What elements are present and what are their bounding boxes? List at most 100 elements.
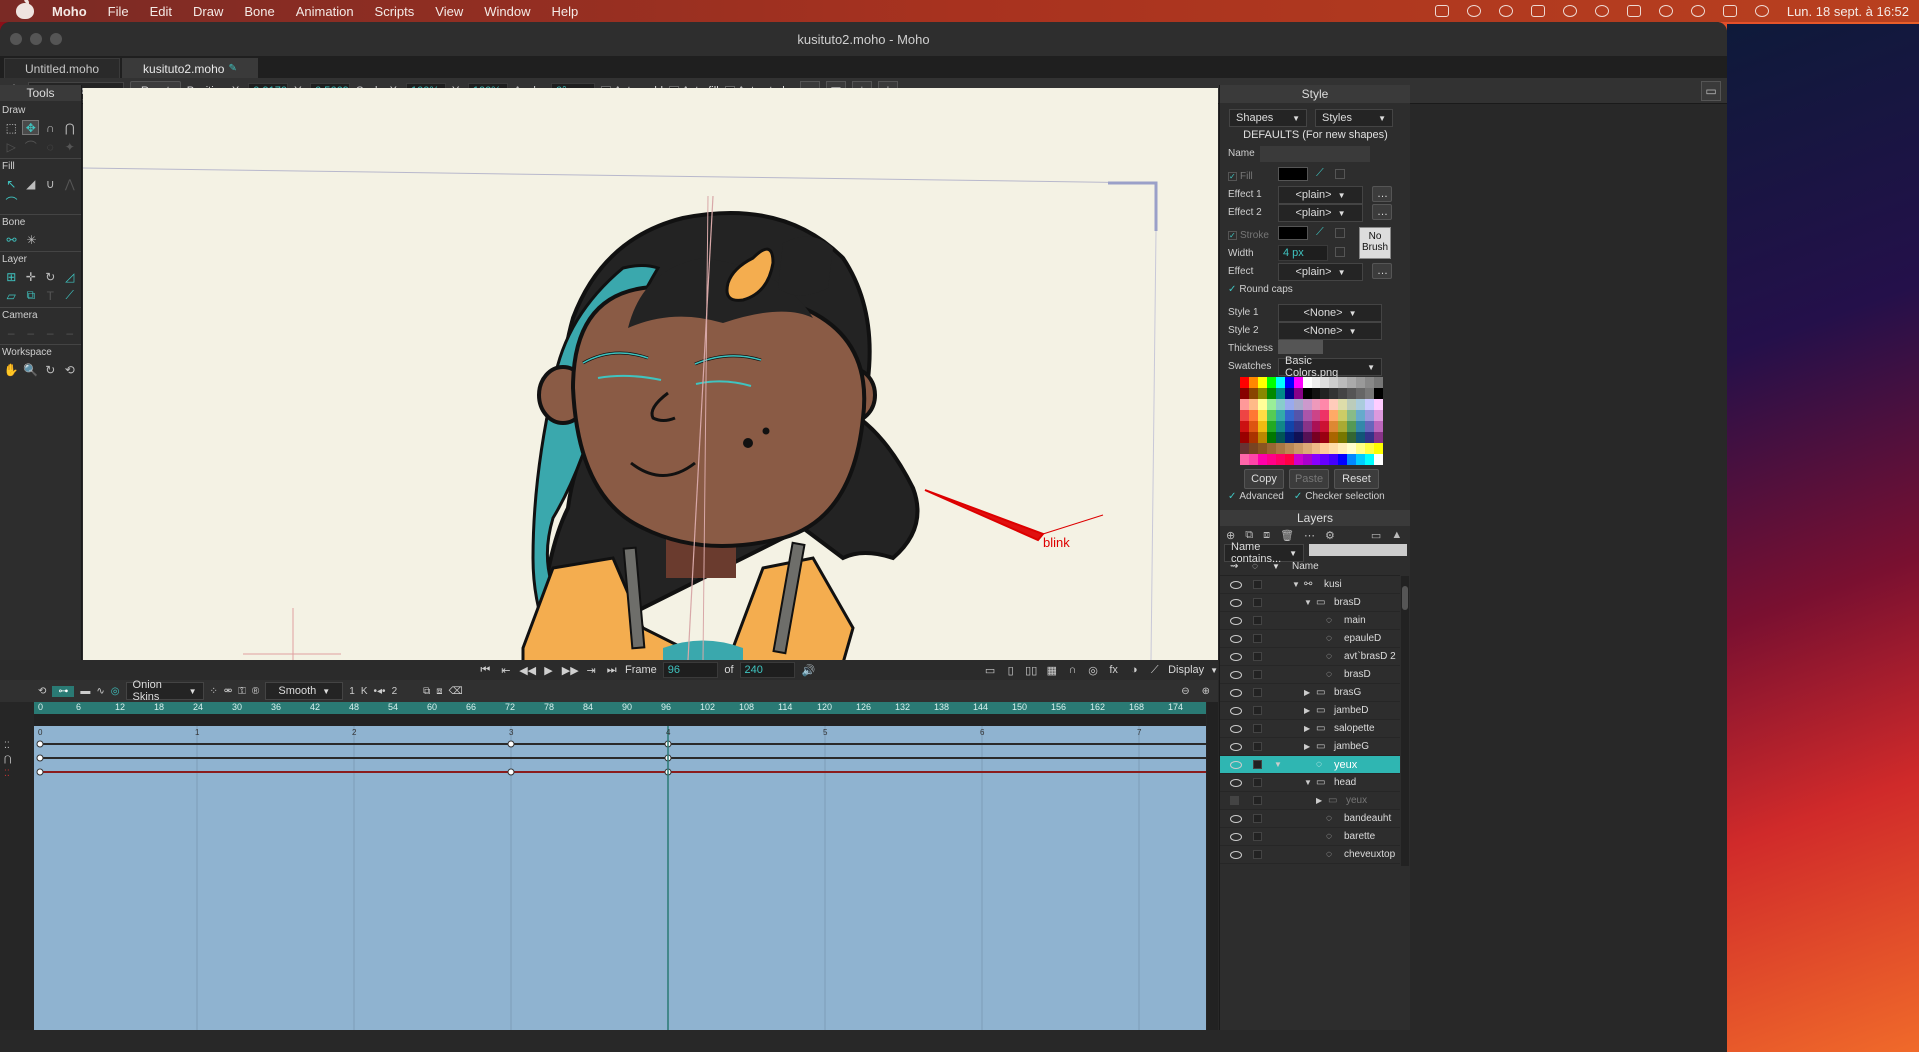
layer-color-box[interactable] — [1253, 652, 1262, 661]
palette-swatch[interactable] — [1356, 388, 1366, 399]
copy-keys-icon[interactable]: ⧉ — [423, 686, 430, 697]
collapse-icon[interactable]: ▭ — [1371, 529, 1381, 542]
rotate-layer-icon[interactable]: ↻ — [42, 269, 59, 284]
layer-color-box[interactable] — [1253, 724, 1262, 733]
tools-icon[interactable] — [1530, 5, 1545, 17]
palette-swatch[interactable] — [1275, 388, 1285, 399]
zoom-window-button[interactable] — [50, 33, 62, 45]
palette-swatch[interactable] — [1320, 432, 1330, 443]
layout-quad-icon[interactable]: ▦ — [1045, 664, 1060, 677]
palette-swatch[interactable] — [1338, 410, 1348, 421]
eye-icon[interactable] — [1230, 778, 1242, 787]
rotate-workspace-icon[interactable]: ↻ — [42, 362, 59, 377]
creative-cloud-icon[interactable] — [1498, 5, 1513, 17]
palette-swatch[interactable] — [1266, 454, 1276, 465]
palette-swatch[interactable] — [1275, 454, 1285, 465]
drawing-canvas[interactable]: blink — [83, 88, 1218, 660]
name-column-header[interactable]: Name — [1292, 561, 1319, 572]
scrollbar-thumb[interactable] — [1402, 586, 1408, 610]
palette-swatch[interactable] — [1257, 388, 1267, 399]
mask-icon[interactable]: ◑ — [1127, 664, 1142, 676]
color-palette[interactable] — [1240, 377, 1383, 465]
palette-swatch[interactable] — [1356, 443, 1366, 454]
effect-more-button[interactable]: … — [1372, 263, 1392, 279]
palette-swatch[interactable] — [1356, 421, 1366, 432]
palette-swatch[interactable] — [1365, 454, 1375, 465]
curvature-fill-icon[interactable]: ⌒ — [3, 195, 20, 210]
zoom-camera-icon[interactable]: – — [23, 325, 40, 340]
style-name-field[interactable] — [1260, 146, 1370, 162]
stroke-eyedropper-icon[interactable]: ⟋ — [1316, 226, 1324, 239]
style1-dropdown[interactable]: <None> ▼ — [1278, 304, 1382, 322]
palette-swatch[interactable] — [1275, 399, 1285, 410]
palette-swatch[interactable] — [1347, 443, 1357, 454]
copy-button[interactable]: Copy — [1244, 469, 1284, 489]
step-back-icon[interactable]: ◀◀ — [519, 664, 536, 677]
layer-color-box[interactable] — [1253, 580, 1262, 589]
palette-swatch[interactable] — [1248, 410, 1258, 421]
no-brush-button[interactable]: No Brush — [1359, 227, 1391, 259]
onion-skins-dropdown[interactable]: Onion Skins ▼ — [125, 679, 204, 703]
layer-color-box[interactable] — [1253, 670, 1262, 679]
siri-icon[interactable] — [1754, 5, 1769, 17]
palette-swatch[interactable] — [1365, 410, 1375, 421]
palette-swatch[interactable] — [1338, 432, 1348, 443]
expand-triangle-icon[interactable]: ▶ — [1316, 796, 1322, 805]
palette-swatch[interactable] — [1329, 377, 1339, 388]
keyframe-k-icon[interactable]: K — [361, 686, 368, 697]
curve-channel-icon[interactable]: ⋂ — [4, 754, 11, 765]
eraser-icon[interactable]: ✦ — [62, 139, 79, 154]
layer-row[interactable]: ▶ ▭ salopette — [1220, 720, 1400, 738]
palette-swatch[interactable] — [1275, 377, 1285, 388]
select-bone-icon[interactable]: ⚯ — [3, 232, 20, 247]
frame-field[interactable]: 96 — [662, 662, 719, 678]
delete-layer-icon[interactable]: 🗑 — [1280, 529, 1294, 542]
palette-swatch[interactable] — [1266, 443, 1276, 454]
fill-color-swatch[interactable] — [1278, 167, 1308, 181]
palette-swatch[interactable] — [1329, 399, 1339, 410]
minimize-window-button[interactable] — [30, 33, 42, 45]
layer-row[interactable]: ◌ avt`brasD 2 — [1220, 648, 1400, 666]
points-channel-icon[interactable]: ⁚⁚ — [4, 740, 10, 751]
fill-checkbox[interactable]: ✓ — [1228, 172, 1237, 181]
stroke-exposure-icon[interactable]: ⋀ — [62, 176, 79, 191]
layer-settings-icon[interactable]: ⚙ — [1325, 529, 1335, 542]
layer-row[interactable]: ◌ brasD — [1220, 666, 1400, 684]
palette-swatch[interactable] — [1293, 388, 1303, 399]
layer-color-box[interactable] — [1253, 616, 1262, 625]
palette-swatch[interactable] — [1320, 410, 1330, 421]
select-shape-icon[interactable]: ↖ — [3, 176, 20, 191]
palette-swatch[interactable] — [1302, 421, 1312, 432]
zoom-in-icon[interactable]: ⊕ — [1202, 686, 1210, 697]
palette-swatch[interactable] — [1347, 410, 1357, 421]
expand-triangle-icon[interactable]: ▶ — [1304, 688, 1310, 697]
palette-swatch[interactable] — [1240, 432, 1249, 443]
palette-swatch[interactable] — [1302, 377, 1312, 388]
eye-icon[interactable] — [1230, 670, 1242, 679]
camera-view-icon[interactable]: ◎ — [1086, 664, 1101, 677]
eye-icon[interactable] — [1230, 814, 1242, 823]
palette-swatch[interactable] — [1257, 454, 1267, 465]
search-icon[interactable] — [1690, 5, 1705, 17]
effect2-dropdown[interactable]: <plain> ▼ — [1278, 204, 1363, 222]
palette-swatch[interactable] — [1293, 432, 1303, 443]
palette-swatch[interactable] — [1284, 399, 1294, 410]
timeline-scrollbar[interactable] — [1207, 702, 1218, 1030]
palette-swatch[interactable] — [1374, 443, 1383, 454]
palette-swatch[interactable] — [1257, 421, 1267, 432]
visibility-col-icon[interactable]: ⇝ — [1230, 561, 1238, 572]
palette-swatch[interactable] — [1365, 443, 1375, 454]
palette-swatch[interactable] — [1365, 399, 1375, 410]
palette-swatch[interactable] — [1365, 421, 1375, 432]
palette-swatch[interactable] — [1248, 399, 1258, 410]
palette-swatch[interactable] — [1320, 377, 1330, 388]
eye-icon[interactable] — [1230, 724, 1242, 733]
chevron-up-icon[interactable]: ▲ — [1391, 529, 1402, 541]
layer-color-box[interactable] — [1253, 688, 1262, 697]
layer-row[interactable]: ◌ bandeauht — [1220, 810, 1400, 828]
cloud-icon[interactable] — [1466, 5, 1481, 17]
palette-swatch[interactable] — [1374, 377, 1383, 388]
palette-swatch[interactable] — [1311, 399, 1321, 410]
sort-chevron-icon[interactable]: ▼ — [1272, 562, 1280, 571]
palette-swatch[interactable] — [1293, 399, 1303, 410]
